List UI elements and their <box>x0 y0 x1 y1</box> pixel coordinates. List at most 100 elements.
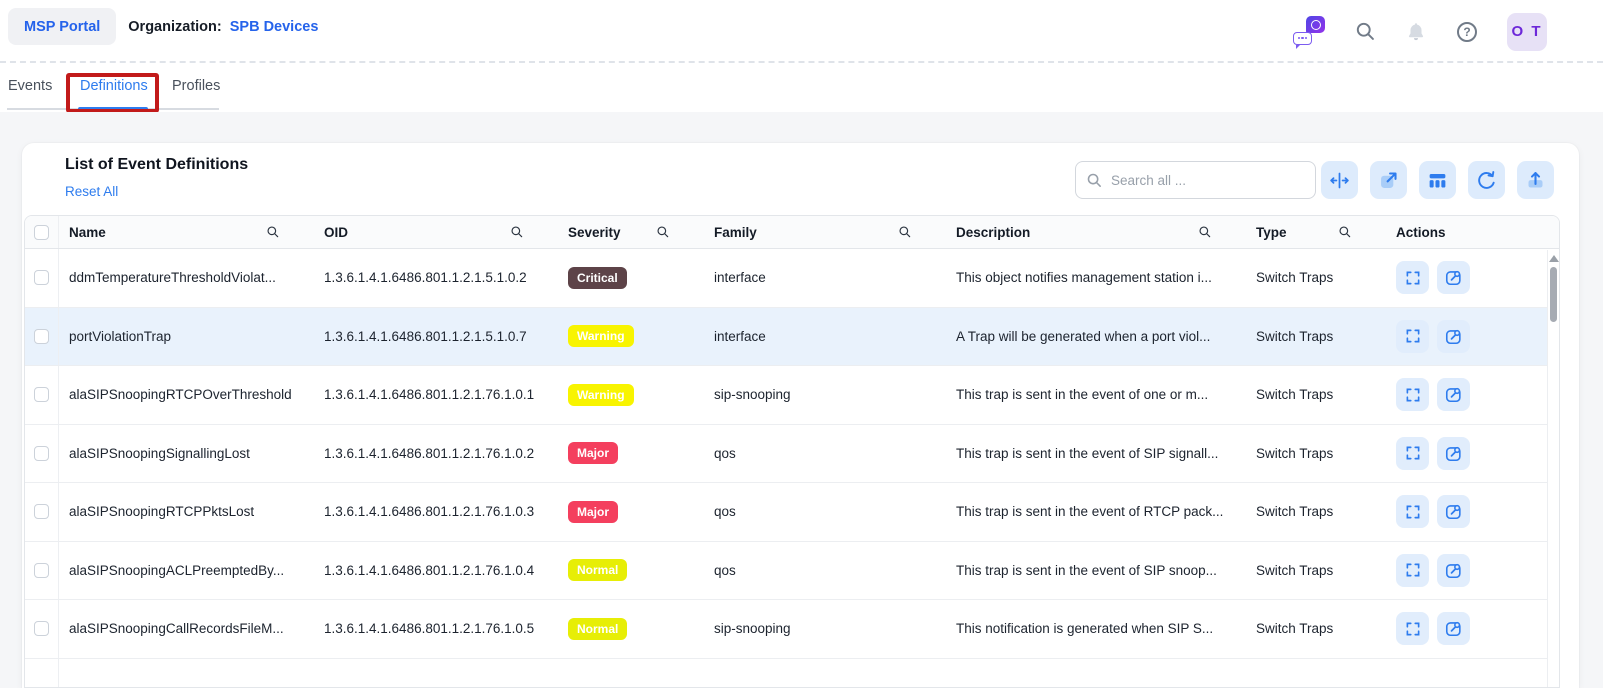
search-all-input[interactable] <box>1111 173 1305 188</box>
table-row[interactable] <box>25 659 1559 688</box>
fit-width-button[interactable] <box>1321 161 1358 199</box>
columns-button[interactable] <box>1419 161 1456 199</box>
table-row[interactable]: alaSIPSnoopingCallRecordsFileM... 1.3.6.… <box>25 600 1559 659</box>
table-row[interactable]: portViolationTrap 1.3.6.1.4.1.6486.801.1… <box>25 308 1559 367</box>
upload-button[interactable] <box>1517 161 1554 199</box>
cell-family: sip-snooping <box>704 387 946 402</box>
cell-name: alaSIPSnoopingRTCPPktsLost <box>59 504 314 519</box>
column-search-icon[interactable] <box>1198 225 1212 239</box>
row-checkbox[interactable] <box>34 329 49 344</box>
search-icon[interactable] <box>1354 21 1376 43</box>
user-avatar[interactable]: O T <box>1507 13 1547 51</box>
edit-row-button[interactable] <box>1437 320 1470 353</box>
cell-name: alaSIPSnoopingACLPreemptedBy... <box>59 563 314 578</box>
ai-chat-icon[interactable] <box>1293 16 1325 48</box>
popout-icon <box>1378 170 1399 191</box>
cell-oid: 1.3.6.1.4.1.6486.801.1.2.1.5.1.0.2 <box>314 270 558 285</box>
expand-icon <box>1404 269 1422 287</box>
cell-type: Switch Traps <box>1246 621 1386 636</box>
msp-portal-screen: MSP Portal Organization: SPB Devices ? O… <box>0 0 1603 688</box>
severity-badge: Normal <box>568 559 627 581</box>
expand-row-button[interactable] <box>1396 437 1429 470</box>
msp-portal-button[interactable]: MSP Portal <box>8 8 116 45</box>
table-scrollbar[interactable] <box>1547 250 1559 687</box>
edit-row-button[interactable] <box>1437 495 1470 528</box>
column-search-icon[interactable] <box>266 225 280 239</box>
page-title: List of Event Definitions <box>65 156 248 174</box>
edit-row-button[interactable] <box>1437 261 1470 294</box>
cell-type: Switch Traps <box>1246 446 1386 461</box>
bell-icon[interactable] <box>1405 21 1427 43</box>
cell-type: Switch Traps <box>1246 387 1386 402</box>
tab-profiles[interactable]: Profiles <box>172 78 220 94</box>
severity-badge: Warning <box>568 325 634 347</box>
cell-description: This trap is sent in the event of SIP sn… <box>946 563 1246 578</box>
tab-definitions[interactable]: Definitions <box>80 78 148 94</box>
column-search-icon[interactable] <box>510 225 524 239</box>
row-checkbox[interactable] <box>34 446 49 461</box>
column-header-family: Family <box>714 225 757 240</box>
expand-row-button[interactable] <box>1396 261 1429 294</box>
popout-button[interactable] <box>1370 161 1407 199</box>
table-row[interactable]: alaSIPSnoopingRTCPOverThreshold 1.3.6.1.… <box>25 366 1559 425</box>
cell-description: This trap is sent in the event of SIP si… <box>946 446 1246 461</box>
expand-row-button[interactable] <box>1396 612 1429 645</box>
expand-row-button[interactable] <box>1396 554 1429 587</box>
row-checkbox[interactable] <box>34 621 49 636</box>
edit-row-button[interactable] <box>1437 554 1470 587</box>
row-checkbox[interactable] <box>34 504 49 519</box>
edit-row-button[interactable] <box>1437 437 1470 470</box>
cell-oid: 1.3.6.1.4.1.6486.801.1.2.1.5.1.0.7 <box>314 329 558 344</box>
tab-events[interactable]: Events <box>8 78 52 94</box>
table-row[interactable]: ddmTemperatureThresholdViolat... 1.3.6.1… <box>25 249 1559 308</box>
edit-icon <box>1444 385 1463 404</box>
column-header-severity: Severity <box>568 225 621 240</box>
row-checkbox[interactable] <box>34 563 49 578</box>
edit-icon <box>1444 268 1463 287</box>
expand-row-button[interactable] <box>1396 320 1429 353</box>
severity-badge: Major <box>568 501 618 523</box>
reset-all-link[interactable]: Reset All <box>65 184 118 199</box>
edit-icon <box>1444 619 1463 638</box>
select-all-checkbox[interactable] <box>34 225 49 240</box>
expand-row-button[interactable] <box>1396 495 1429 528</box>
help-icon[interactable]: ? <box>1456 21 1478 43</box>
cell-family: interface <box>704 329 946 344</box>
cell-description: A Trap will be generated when a port vio… <box>946 329 1246 344</box>
top-bar: MSP Portal Organization: SPB Devices ? O… <box>0 0 1603 63</box>
cell-description: This trap is sent in the event of RTCP p… <box>946 504 1246 519</box>
table-row[interactable]: alaSIPSnoopingACLPreemptedBy... 1.3.6.1.… <box>25 542 1559 601</box>
column-header-type: Type <box>1256 225 1287 240</box>
row-checkbox[interactable] <box>34 270 49 285</box>
refresh-button[interactable] <box>1468 161 1505 199</box>
table-row[interactable]: alaSIPSnoopingRTCPPktsLost 1.3.6.1.4.1.6… <box>25 483 1559 542</box>
cell-name: portViolationTrap <box>59 329 314 344</box>
edit-icon <box>1444 561 1463 580</box>
expand-row-button[interactable] <box>1396 378 1429 411</box>
edit-row-button[interactable] <box>1437 612 1470 645</box>
cell-oid: 1.3.6.1.4.1.6486.801.1.2.1.76.1.0.3 <box>314 504 558 519</box>
organization-name-link[interactable]: SPB Devices <box>230 19 319 35</box>
row-checkbox[interactable] <box>34 387 49 402</box>
severity-badge: Warning <box>568 384 634 406</box>
refresh-icon <box>1476 170 1497 191</box>
columns-icon <box>1427 170 1448 191</box>
cell-oid: 1.3.6.1.4.1.6486.801.1.2.1.76.1.0.5 <box>314 621 558 636</box>
column-search-icon[interactable] <box>1338 225 1352 239</box>
active-tab-underline <box>78 107 148 111</box>
tabs-bar: Events Definitions Profiles <box>0 63 1603 112</box>
scroll-up-arrow[interactable] <box>1549 255 1559 262</box>
severity-badge: Critical <box>568 267 627 289</box>
expand-icon <box>1404 561 1422 579</box>
cell-description: This trap is sent in the event of one or… <box>946 387 1246 402</box>
cell-family: sip-snooping <box>704 621 946 636</box>
event-definitions-table: Name OID Severity Family Description Typ… <box>24 215 1560 688</box>
expand-icon <box>1404 327 1422 345</box>
table-row[interactable]: alaSIPSnoopingSignallingLost 1.3.6.1.4.1… <box>25 425 1559 484</box>
edit-row-button[interactable] <box>1437 378 1470 411</box>
column-header-name: Name <box>69 225 106 240</box>
column-search-icon[interactable] <box>656 225 670 239</box>
column-search-icon[interactable] <box>898 225 912 239</box>
scrollbar-thumb[interactable] <box>1550 267 1557 322</box>
upload-icon <box>1525 170 1546 191</box>
